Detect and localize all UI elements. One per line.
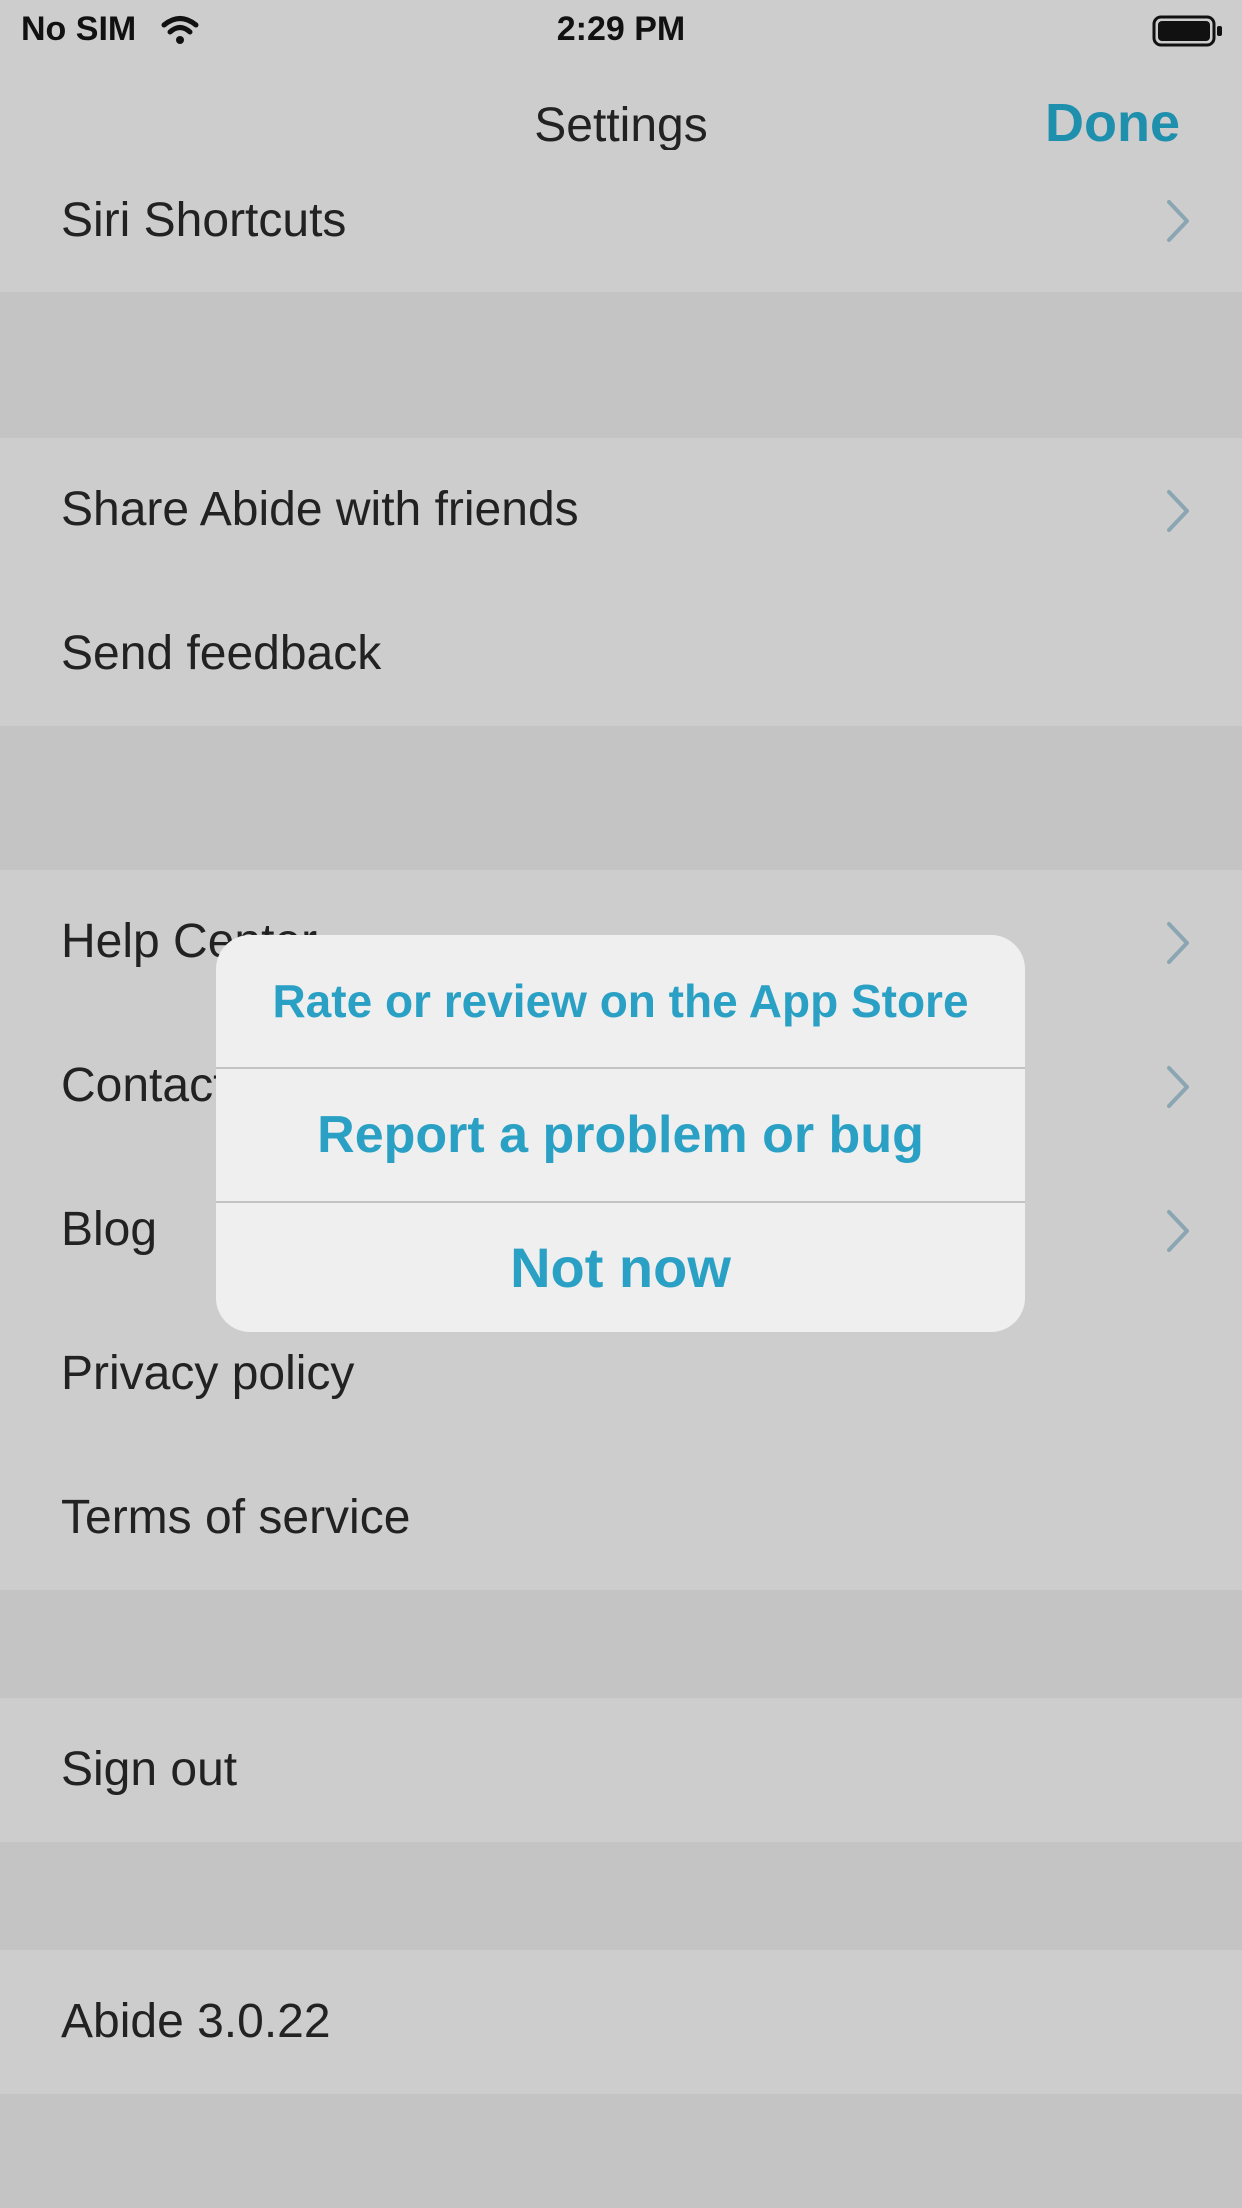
blog-label: Blog bbox=[61, 1203, 158, 1256]
share-row[interactable]: Share Abide with friends bbox=[0, 438, 1242, 582]
feedback-alert: Rate or review on the App Store Report a… bbox=[216, 935, 1025, 1332]
siri-shortcuts-label: Siri Shortcuts bbox=[61, 194, 347, 247]
chevron-right-icon bbox=[1167, 200, 1189, 242]
share-label: Share Abide with friends bbox=[61, 483, 579, 536]
report-problem-button[interactable]: Report a problem or bug bbox=[216, 1069, 1025, 1201]
send-feedback-row[interactable]: Send feedback bbox=[0, 582, 1242, 726]
sign-out-label: Sign out bbox=[61, 1743, 238, 1796]
chevron-right-icon bbox=[1167, 922, 1189, 964]
siri-shortcuts-row[interactable]: Siri Shortcuts bbox=[0, 150, 1242, 292]
status-time: 2:29 PM bbox=[556, 10, 686, 48]
chevron-right-icon bbox=[1167, 1066, 1189, 1108]
done-button[interactable]: Done bbox=[1045, 92, 1180, 154]
send-feedback-label: Send feedback bbox=[61, 627, 382, 680]
status-bar: No SIM 2:29 PM bbox=[0, 0, 1242, 60]
not-now-button[interactable]: Not now bbox=[216, 1203, 1025, 1332]
rate-review-button[interactable]: Rate or review on the App Store bbox=[216, 935, 1025, 1067]
battery-icon bbox=[1152, 15, 1222, 47]
version-label: Abide 3.0.22 bbox=[61, 1995, 331, 2048]
terms-of-service-label: Terms of service bbox=[61, 1491, 411, 1544]
chevron-right-icon bbox=[1167, 1210, 1189, 1252]
terms-of-service-row[interactable]: Terms of service bbox=[0, 1446, 1242, 1590]
chevron-right-icon bbox=[1167, 490, 1189, 532]
sign-out-row[interactable]: Sign out bbox=[0, 1698, 1242, 1842]
contact-label: Contact bbox=[61, 1059, 227, 1112]
version-row: Abide 3.0.22 bbox=[0, 1950, 1242, 2094]
